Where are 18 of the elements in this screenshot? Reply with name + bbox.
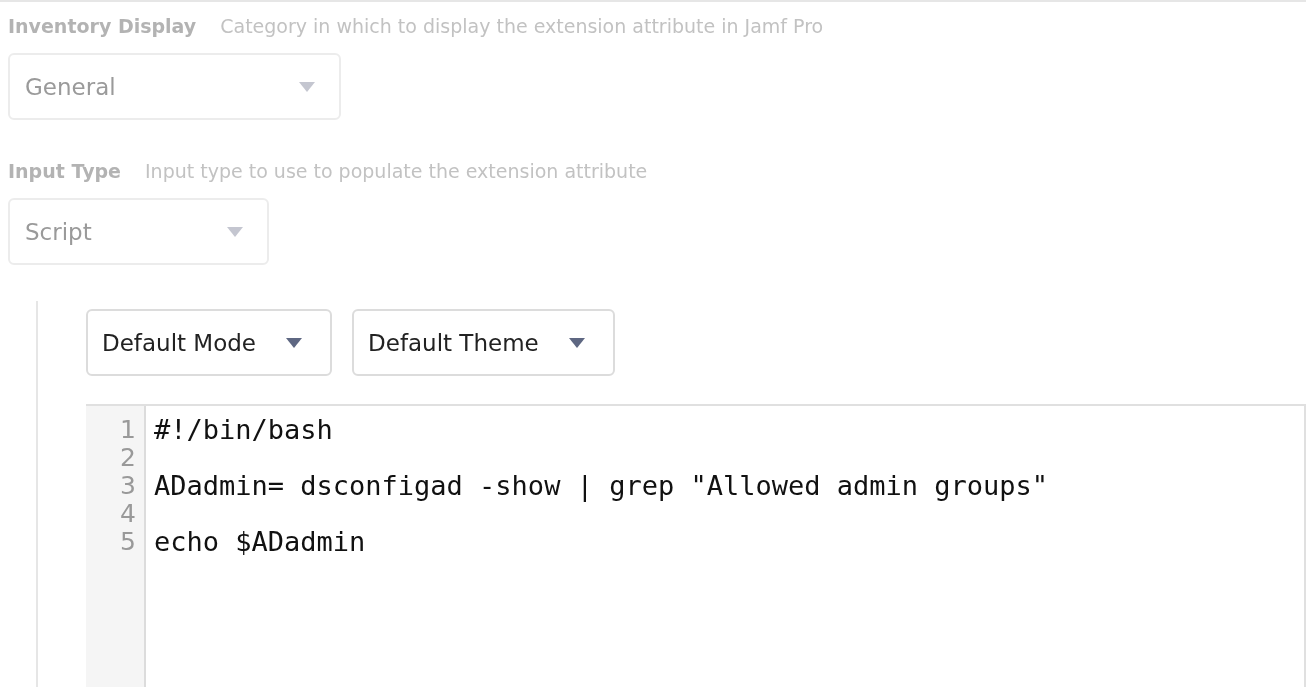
code-line: ADadmin= dsconfigad -show | grep "Allowed admin groups"	[154, 472, 1049, 500]
field-hint: Input type to use to populate the extension attribute	[145, 160, 648, 182]
dropdown[interactable]: Default Theme	[352, 309, 615, 376]
code-line: #!/bin/bash	[154, 416, 334, 444]
line-number: 4	[120, 500, 136, 528]
line-number: 2	[120, 444, 136, 472]
field-label: Inventory Display	[8, 15, 197, 37]
caret-icon	[286, 337, 302, 348]
field-hint: Category in which to display the extension attribute in Jamf Pro	[220, 15, 824, 37]
line-number: 1	[120, 416, 136, 444]
caret-icon	[227, 226, 243, 237]
line-number: 3	[120, 472, 136, 500]
code-line: echo $ADadmin	[154, 528, 367, 556]
caret-icon	[299, 81, 315, 92]
field-label: Input Type	[8, 160, 121, 182]
dropdown[interactable]: Default Mode	[86, 309, 332, 376]
caret-icon	[568, 337, 585, 348]
line-number: 5	[120, 528, 136, 556]
